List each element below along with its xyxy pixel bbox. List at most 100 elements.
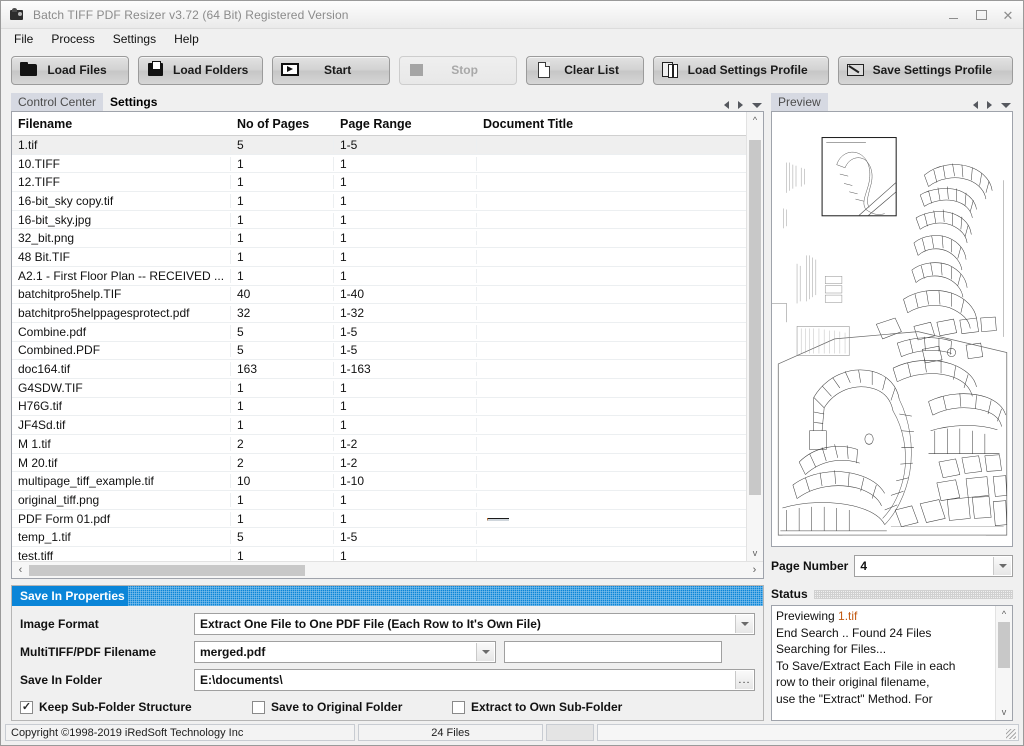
save-original-checkbox-box[interactable] [252,700,265,714]
table-row[interactable]: batchitpro5help.TIF 40 1-40 [12,286,746,305]
table-row[interactable]: batchitpro5helppagesprotect.pdf 32 1-32 [12,304,746,323]
cell-filename[interactable]: 16-bit_sky.jpg [12,212,231,227]
table-row[interactable]: 1.tif 5 1-5 [12,136,746,155]
cell-partial[interactable]: 1 [231,548,334,561]
cell-filename[interactable]: M 1.tif [12,436,231,451]
resize-grip-icon[interactable] [1006,729,1016,739]
table-row[interactable]: 16-bit_sky copy.tif 1 1 [12,192,746,211]
close-icon[interactable]: ✕ [995,4,1023,26]
table-row[interactable]: JF4Sd.tif 1 1 [12,416,746,435]
tab-next-icon[interactable] [738,101,743,109]
cell-no-of-pages[interactable]: 1 [231,399,334,414]
cell-filename[interactable]: M 20.tif [12,455,231,470]
table-row[interactable]: original_tiff.png 1 1 [12,491,746,510]
cell-no-of-pages[interactable]: 1 [231,249,334,264]
cell-no-of-pages[interactable]: 2 [231,436,334,451]
table-row[interactable]: H76G.tif 1 1 [12,398,746,417]
file-table-vertical-scrollbar[interactable]: ^ v [746,112,763,561]
status-scroll-thumb[interactable] [998,622,1010,668]
horizontal-scroll-thumb[interactable] [29,564,305,576]
start-button[interactable]: Start [271,55,390,85]
cell-no-of-pages[interactable]: 1 [231,380,334,395]
menu-item-file[interactable]: File [11,31,42,48]
cell-page-range[interactable]: 1 [334,511,477,526]
cell-no-of-pages[interactable]: 2 [231,455,334,470]
cell-no-of-pages[interactable]: 1 [231,193,334,208]
cell-filename[interactable]: JF4Sd.tif [12,418,231,433]
cell-page-range[interactable]: 1-163 [334,362,477,377]
page-number-chevron-down-icon[interactable] [993,557,1011,575]
menu-item-process[interactable]: Process [48,31,103,48]
cell-page-range[interactable]: 1-2 [334,455,477,470]
checkbox-extract-to-own-subfolder[interactable]: Extract to Own Sub-Folder [452,700,622,714]
cell-page-range[interactable]: 1-2 [334,436,477,451]
table-row[interactable]: G4SDW.TIF 1 1 [12,379,746,398]
tab-settings[interactable]: Settings [103,93,164,111]
image-format-combobox[interactable]: Extract One File to One PDF File (Each R… [194,613,755,635]
cell-page-range[interactable]: 1 [334,156,477,171]
cell-no-of-pages[interactable]: 1 [231,268,334,283]
cell-document-title[interactable] [477,512,746,526]
table-row[interactable]: 32_bit.png 1 1 [12,229,746,249]
cell-page-range[interactable]: 1 [334,380,477,395]
tab-preview[interactable]: Preview [771,93,828,111]
cell-page-range[interactable]: 1-5 [334,530,477,545]
load-files-button[interactable]: Load Files [11,55,129,85]
cell-partial[interactable]: 1 [334,548,477,561]
cell-page-range[interactable]: 1 [334,249,477,264]
cell-page-range[interactable]: 1 [334,418,477,433]
tab-prev-icon[interactable] [724,101,729,109]
cell-page-range[interactable]: 1 [334,212,477,227]
column-header-filename[interactable]: Filename [12,117,231,131]
extract-subfolder-checkbox-box[interactable] [452,700,465,714]
cell-filename[interactable]: multipage_tiff_example.tif [12,474,231,489]
tab-control-center[interactable]: Control Center [11,93,104,111]
cell-no-of-pages[interactable]: 163 [231,362,334,377]
table-row[interactable]: M 20.tif 2 1-2 [12,454,746,473]
cell-no-of-pages[interactable]: 1 [231,492,334,507]
cell-no-of-pages[interactable]: 10 [231,474,334,489]
checkbox-save-to-original-folder[interactable]: Save to Original Folder [252,700,452,714]
maximize-icon[interactable] [967,4,995,26]
cell-filename[interactable]: batchitpro5helppagesprotect.pdf [12,306,231,321]
table-row[interactable]: 12.TIFF 1 1 [12,173,746,193]
multitiff-extra-input[interactable] [504,641,722,663]
table-row[interactable]: Combined.PDF 5 1-5 [12,342,746,361]
menu-item-settings[interactable]: Settings [110,31,165,48]
cell-no-of-pages[interactable]: 1 [231,418,334,433]
cell-filename[interactable]: H76G.tif [12,399,231,414]
table-row-partial[interactable]: test.tiff 1 1 [12,547,746,561]
column-header-no-of-pages[interactable]: No of Pages [231,117,334,131]
multitiff-filename-chevron-down-icon[interactable] [476,643,494,661]
table-row[interactable]: A2.1 - First Floor Plan -- RECEIVED ... 1… [12,267,746,286]
multitiff-filename-combobox[interactable]: merged.pdf [194,641,496,663]
stop-button[interactable]: Stop [398,55,517,85]
cell-page-range[interactable]: 1-32 [334,306,477,321]
clear-list-button[interactable]: Clear List [525,55,644,85]
cell-no-of-pages[interactable]: 40 [231,287,334,302]
preview-menu-chevron-down-icon[interactable] [1001,102,1011,108]
table-row[interactable]: PDF Form 01.pdf 1 1 [12,510,746,529]
cell-filename[interactable]: doc164.tif [12,362,231,377]
cell-page-range[interactable]: 1-40 [334,287,477,302]
load-folders-button[interactable]: Load Folders [138,55,263,85]
keep-subfolder-checkbox-box[interactable]: ✓ [20,700,33,714]
cell-filename[interactable]: batchitpro5help.TIF [12,287,231,302]
cell-page-range[interactable]: 1 [334,492,477,507]
cell-no-of-pages[interactable]: 1 [231,212,334,227]
table-row[interactable]: 48 Bit.TIF 1 1 [12,248,746,267]
minimize-icon[interactable] [939,4,967,26]
cell-no-of-pages[interactable]: 5 [231,530,334,545]
table-row[interactable]: temp_1.tif 5 1-5 [12,528,746,548]
cell-filename[interactable]: 16-bit_sky copy.tif [12,193,231,208]
image-format-chevron-down-icon[interactable] [735,615,753,633]
cell-no-of-pages[interactable]: 5 [231,343,334,358]
table-row[interactable]: Combine.pdf 5 1-5 [12,323,746,342]
cell-filename[interactable]: 10.TIFF [12,156,231,171]
cell-page-range[interactable]: 1-5 [334,343,477,358]
cell-no-of-pages[interactable]: 1 [231,511,334,526]
preview-prev-icon[interactable] [973,101,978,109]
table-row[interactable]: doc164.tif 163 1-163 [12,360,746,379]
cell-filename[interactable]: PDF Form 01.pdf [12,511,231,526]
cell-filename[interactable]: original_tiff.png [12,492,231,507]
